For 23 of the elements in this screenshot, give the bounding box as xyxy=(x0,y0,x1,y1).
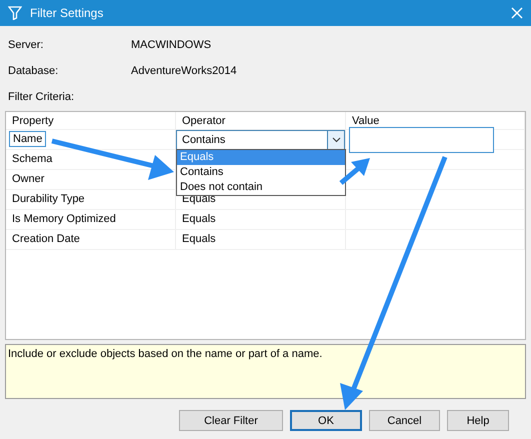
field-label: Filter Criteria: xyxy=(8,91,76,103)
description-text: Include or exclude objects based on the name or part of a name. xyxy=(8,348,322,360)
column-header: Property xyxy=(6,112,176,130)
field-label: Database: xyxy=(8,65,60,77)
dialog-button[interactable]: Cancel xyxy=(369,410,440,431)
field-value: AdventureWorks2014 xyxy=(131,65,237,77)
dialog-button[interactable]: Clear Filter xyxy=(179,410,283,431)
table-cell[interactable]: Name xyxy=(9,131,46,147)
window-title: Filter Settings xyxy=(30,6,104,20)
dropdown-option[interactable]: Contains xyxy=(177,165,345,180)
caret-icon xyxy=(332,137,340,143)
dialog-button[interactable]: Help xyxy=(447,410,509,431)
close-icon[interactable] xyxy=(511,7,523,19)
dialog-button[interactable]: OK xyxy=(290,410,362,431)
table-cell: Is Memory Optimized xyxy=(6,210,176,229)
funnel-icon xyxy=(8,6,22,20)
field-label: Server: xyxy=(8,39,44,51)
field-value: MACWINDOWS xyxy=(131,39,212,51)
table-cell: Creation Date xyxy=(6,230,176,249)
value-field[interactable] xyxy=(349,127,494,153)
table-cell: Equals xyxy=(176,210,346,229)
table-cell: Equals xyxy=(176,230,346,249)
operator-dropdown[interactable]: Contains xyxy=(176,130,345,150)
